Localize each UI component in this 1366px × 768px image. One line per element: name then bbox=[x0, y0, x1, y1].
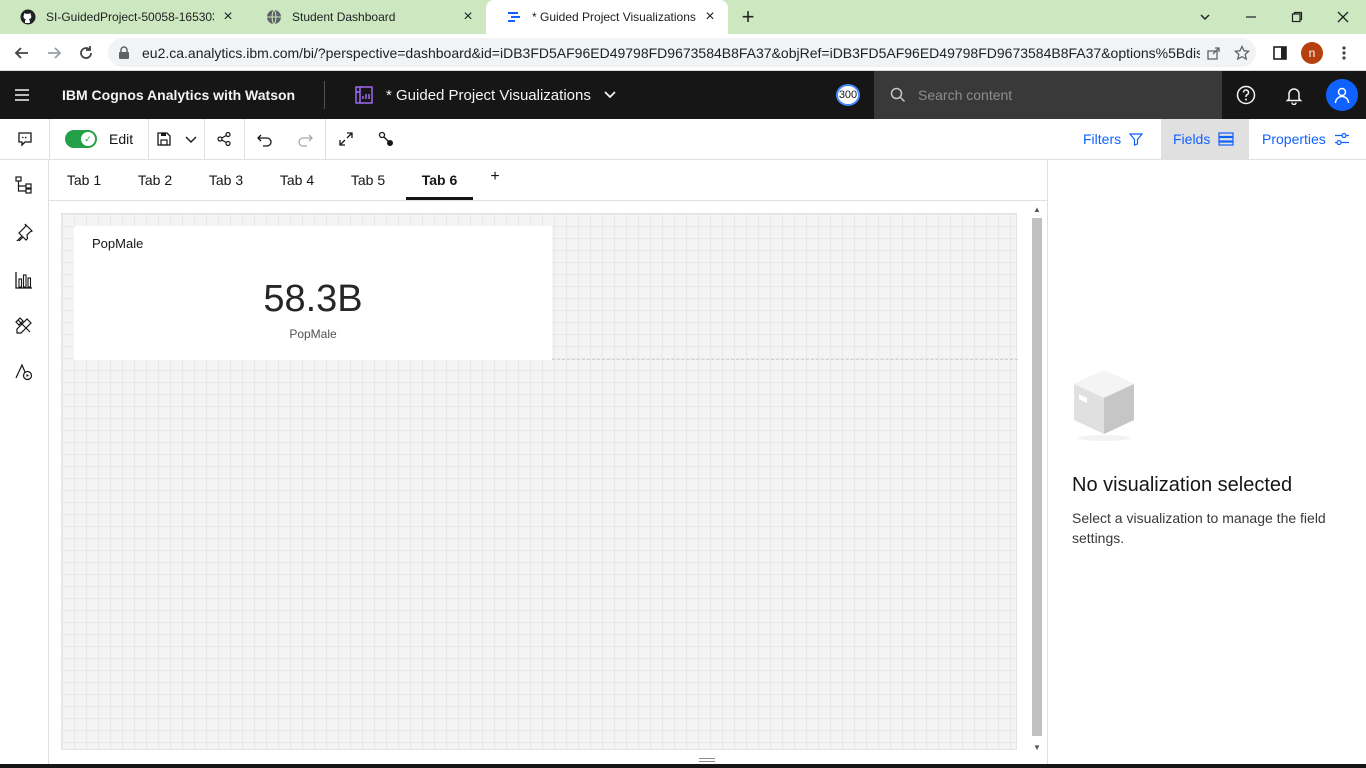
widget-title: PopMale bbox=[92, 236, 144, 251]
save-icon[interactable] bbox=[152, 119, 176, 159]
browser-tab-student-dashboard[interactable]: Student Dashboard × bbox=[246, 0, 486, 34]
browser-tab-guided-project[interactable]: * Guided Project Visualizations × bbox=[486, 0, 728, 34]
reload-icon[interactable] bbox=[72, 39, 100, 67]
snap-guide-line bbox=[552, 359, 1018, 360]
browser-menu-icon[interactable] bbox=[1330, 39, 1358, 67]
left-rail bbox=[0, 160, 49, 768]
fields-panel: No visualization selected Select a visua… bbox=[1047, 160, 1366, 764]
github-icon bbox=[20, 9, 36, 25]
comments-icon[interactable] bbox=[0, 119, 49, 159]
filters-label: Filters bbox=[1083, 131, 1122, 147]
chevron-down-icon bbox=[604, 91, 616, 99]
help-icon[interactable] bbox=[1222, 71, 1270, 119]
close-icon[interactable]: × bbox=[460, 9, 476, 25]
checkmark-icon: ✓ bbox=[81, 132, 95, 146]
profile-avatar[interactable]: n bbox=[1301, 42, 1323, 64]
hamburger-menu-icon[interactable] bbox=[12, 85, 32, 105]
url-text: eu2.ca.analytics.ibm.com/bi/?perspective… bbox=[142, 44, 1200, 61]
tab-2[interactable]: Tab 2 bbox=[130, 160, 180, 200]
dashboard-icon bbox=[355, 86, 373, 104]
share-icon[interactable] bbox=[1200, 46, 1228, 60]
restore-icon[interactable] bbox=[1274, 0, 1320, 34]
globe-icon bbox=[267, 9, 281, 25]
share-icon[interactable] bbox=[205, 119, 243, 159]
tab-5[interactable]: Tab 5 bbox=[343, 160, 393, 200]
empty-box-icon bbox=[1074, 370, 1134, 441]
canvas-vertical-scrollbar[interactable]: ▲ ▼ bbox=[1030, 206, 1044, 754]
scrollbar-thumb[interactable] bbox=[1032, 218, 1042, 736]
edit-mode-toggle[interactable]: ✓ bbox=[65, 130, 97, 148]
add-tab-icon[interactable]: + bbox=[487, 168, 503, 190]
window-close-icon[interactable] bbox=[1320, 0, 1366, 34]
filter-icon bbox=[1129, 133, 1144, 146]
notifications-bell-icon[interactable] bbox=[1270, 71, 1318, 119]
browser-tab-title: SI-GuidedProject-50058-16530396 bbox=[46, 10, 214, 24]
minimize-icon[interactable] bbox=[1228, 0, 1274, 34]
visualizations-icon[interactable] bbox=[8, 264, 40, 296]
cognos-icon bbox=[508, 12, 520, 22]
new-tab-button[interactable]: + bbox=[736, 5, 760, 29]
search-input[interactable] bbox=[918, 87, 1198, 103]
tab-search-icon[interactable] bbox=[1182, 0, 1228, 34]
tab-6[interactable]: Tab 6 bbox=[406, 160, 473, 200]
user-account-button[interactable] bbox=[1318, 71, 1366, 119]
edit-mode-label: Edit bbox=[109, 131, 134, 147]
close-icon[interactable]: × bbox=[702, 9, 718, 25]
tab-3[interactable]: Tab 3 bbox=[201, 160, 251, 200]
scroll-up-icon[interactable]: ▲ bbox=[1032, 206, 1042, 214]
tab-4[interactable]: Tab 4 bbox=[272, 160, 322, 200]
empty-state-title: No visualization selected bbox=[1072, 474, 1293, 496]
search-icon bbox=[890, 87, 906, 103]
dashboard-tabs: Tab 1 Tab 2 Tab 3 Tab 4 Tab 5 Tab 6 + bbox=[49, 160, 1047, 201]
fields-button[interactable]: Fields bbox=[1161, 119, 1249, 159]
browser-tab-title: * Guided Project Visualizations bbox=[532, 10, 696, 24]
header-divider bbox=[324, 81, 325, 109]
canvas-grid[interactable]: PopMale 58.3B PopMale bbox=[61, 213, 1018, 750]
kpi-label: PopMale bbox=[289, 327, 337, 341]
fullscreen-icon[interactable] bbox=[328, 119, 364, 159]
empty-state-description: Select a visualization to manage the fie… bbox=[1072, 510, 1326, 546]
kpi-widget[interactable]: PopMale 58.3B PopMale bbox=[74, 226, 552, 360]
close-icon[interactable]: × bbox=[220, 9, 236, 25]
address-bar: eu2.ca.analytics.ibm.com/bi/?perspective… bbox=[0, 34, 1366, 71]
resize-grip-icon[interactable] bbox=[699, 758, 715, 762]
pin-icon[interactable] bbox=[8, 216, 40, 248]
bottom-edge bbox=[0, 764, 1366, 768]
app-brand: IBM Cognos Analytics with Watson bbox=[62, 87, 296, 103]
fields-icon bbox=[1218, 132, 1234, 146]
lock-icon bbox=[119, 45, 129, 59]
search-box[interactable] bbox=[874, 71, 1222, 119]
data-sources-icon[interactable] bbox=[8, 169, 40, 201]
forward-icon[interactable] bbox=[40, 39, 68, 67]
user-icon bbox=[1326, 79, 1358, 111]
dashboard-canvas: PopMale 58.3B PopMale ▲ ▼ bbox=[49, 201, 1047, 768]
side-panel-icon[interactable] bbox=[1266, 39, 1294, 67]
undo-icon[interactable] bbox=[248, 119, 282, 159]
properties-label: Properties bbox=[1262, 131, 1326, 147]
back-icon[interactable] bbox=[8, 39, 36, 67]
redo-icon[interactable] bbox=[288, 119, 322, 159]
url-field[interactable]: eu2.ca.analytics.ibm.com/bi/?perspective… bbox=[108, 38, 1256, 67]
browser-tab-title: Student Dashboard bbox=[292, 10, 396, 24]
save-options-chevron-icon[interactable] bbox=[180, 119, 202, 159]
assistant-icon[interactable] bbox=[8, 356, 40, 388]
dashboard-title-switcher[interactable]: * Guided Project Visualizations bbox=[354, 71, 617, 119]
notification-count-badge[interactable]: 300 bbox=[836, 84, 860, 106]
bookmark-star-icon[interactable] bbox=[1228, 44, 1256, 61]
kpi-value: 58.3B bbox=[263, 278, 363, 320]
dashboard-title: * Guided Project Visualizations bbox=[386, 86, 591, 104]
filters-button[interactable]: Filters bbox=[1070, 119, 1160, 159]
fields-label: Fields bbox=[1173, 131, 1211, 147]
browser-tab-github[interactable]: SI-GuidedProject-50058-16530396 × bbox=[0, 0, 246, 34]
relationship-icon[interactable] bbox=[368, 119, 404, 159]
tab-1[interactable]: Tab 1 bbox=[59, 160, 109, 200]
sliders-icon bbox=[1334, 132, 1349, 146]
dashboard-toolbar: ✓ Edit Filters Fields Properties bbox=[0, 119, 1366, 160]
browser-tab-strip: SI-GuidedProject-50058-16530396 × Studen… bbox=[0, 0, 1366, 34]
properties-button[interactable]: Properties bbox=[1250, 119, 1366, 159]
assets-icon[interactable] bbox=[8, 310, 40, 342]
scroll-down-icon[interactable]: ▼ bbox=[1032, 744, 1042, 752]
